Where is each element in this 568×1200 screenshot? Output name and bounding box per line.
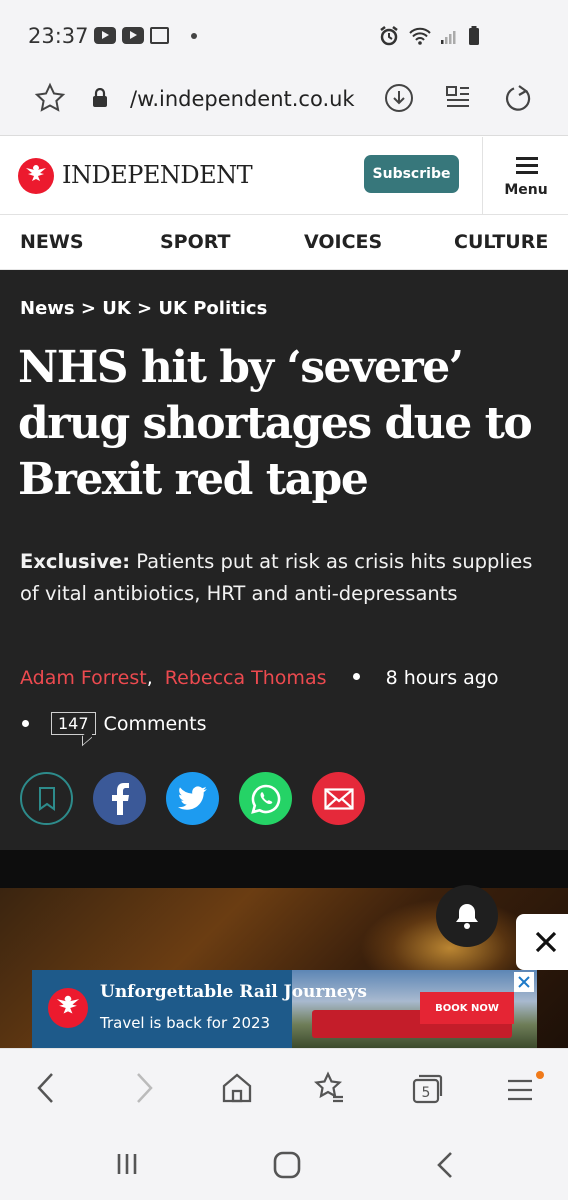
nav-item-voices[interactable]: VOICES [304, 231, 382, 253]
exclusive-label: Exclusive: [20, 550, 131, 573]
article-standfirst: Exclusive: Patients put at risk as crisi… [20, 546, 540, 610]
url-text[interactable]: /w.independent.co.uk [130, 87, 362, 111]
article-hero: News > UK > UK Politics NHS hit by ‘seve… [0, 270, 568, 850]
ad-close-icon[interactable] [514, 972, 534, 992]
twitter-icon[interactable] [166, 772, 219, 825]
system-status-icons [378, 25, 480, 47]
home-button-icon[interactable] [272, 1150, 302, 1180]
status-time: 23:37 [28, 24, 89, 48]
ad-eagle-logo-icon [48, 988, 88, 1028]
download-icon[interactable] [383, 82, 415, 114]
bookmarks-star-icon[interactable] [313, 1071, 347, 1105]
recent-apps-icon[interactable] [114, 1150, 142, 1178]
hamburger-menu-icon [516, 157, 538, 178]
tabs-icon[interactable]: 5 [410, 1071, 444, 1105]
system-nav-bar [0, 1130, 568, 1200]
comment-count-badge: 147 [51, 712, 96, 735]
system-back-icon[interactable] [434, 1150, 458, 1180]
nav-item-sport[interactable]: SPORT [160, 231, 231, 253]
site-header: INDEPENDENT Subscribe Menu [0, 137, 568, 215]
ad-title: Unforgettable Rail Journeys [100, 982, 367, 1002]
image-top-strip [0, 850, 568, 888]
bell-icon [456, 904, 478, 929]
ad-book-now-button[interactable]: BOOK NOW [420, 992, 514, 1024]
ad-subtitle: Travel is back for 2023 [100, 1014, 271, 1032]
independent-eagle-logo-icon[interactable] [18, 158, 54, 194]
status-bar: 23:37 [0, 0, 568, 62]
author-link[interactable]: Adam Forrest [20, 667, 147, 689]
menu-label: Menu [504, 182, 548, 198]
ad-banner[interactable]: Unforgettable Rail Journeys Travel is ba… [32, 970, 537, 1048]
section-nav: NEWS SPORT VOICES CULTURE [0, 215, 568, 270]
wifi-icon [409, 27, 431, 45]
home-icon[interactable] [220, 1071, 254, 1105]
byline: Adam Forrest, Rebecca Thomas 8 hours ago [20, 667, 499, 689]
browser-toolbar: 5 [0, 1048, 568, 1130]
author-link[interactable]: Rebecca Thomas [165, 667, 327, 689]
close-icon [535, 931, 557, 953]
notification-icons [94, 27, 197, 44]
more-notifications-icon [191, 32, 197, 39]
close-ad-button[interactable] [516, 914, 568, 970]
browser-url-bar: /w.independent.co.uk [0, 62, 568, 136]
notification-bell-button[interactable] [436, 885, 498, 947]
signal-icon [441, 31, 456, 44]
alarm-icon [380, 26, 398, 46]
bookmark-icon[interactable] [20, 772, 73, 825]
share-row [20, 772, 365, 825]
reload-icon[interactable] [502, 82, 534, 114]
gallery-notification-icon [150, 27, 169, 44]
comments-bullet [22, 720, 29, 727]
back-icon[interactable] [34, 1071, 58, 1105]
svg-text:5: 5 [422, 1085, 431, 1101]
lock-icon [93, 88, 107, 107]
byline-bullet [352, 673, 360, 680]
facebook-icon[interactable] [93, 772, 146, 825]
menu-button[interactable]: Menu [482, 137, 568, 215]
forward-icon[interactable] [132, 1071, 156, 1105]
bookmark-star-icon[interactable] [34, 82, 66, 114]
breadcrumb[interactable]: News > UK > UK Politics [20, 298, 267, 319]
youtube-notification-icon [122, 27, 144, 44]
comments-label: Comments [103, 712, 207, 735]
site-logo-text[interactable]: INDEPENDENT [62, 161, 253, 189]
browser-menu-icon[interactable] [504, 1071, 544, 1105]
nav-item-news[interactable]: NEWS [20, 231, 84, 253]
email-icon[interactable] [312, 772, 365, 825]
subscribe-button[interactable]: Subscribe [364, 155, 459, 193]
nav-item-culture[interactable]: CULTURE [454, 231, 548, 253]
whatsapp-icon[interactable] [239, 772, 292, 825]
reader-mode-icon[interactable] [444, 82, 472, 112]
author-separator: , [146, 667, 153, 689]
comments-link[interactable]: 147 Comments [20, 712, 207, 735]
published-time: 8 hours ago [385, 667, 499, 689]
battery-icon [469, 26, 479, 45]
youtube-notification-icon [94, 27, 116, 44]
article-headline: NHS hit by ‘severe’ drug shortages due t… [18, 342, 533, 505]
